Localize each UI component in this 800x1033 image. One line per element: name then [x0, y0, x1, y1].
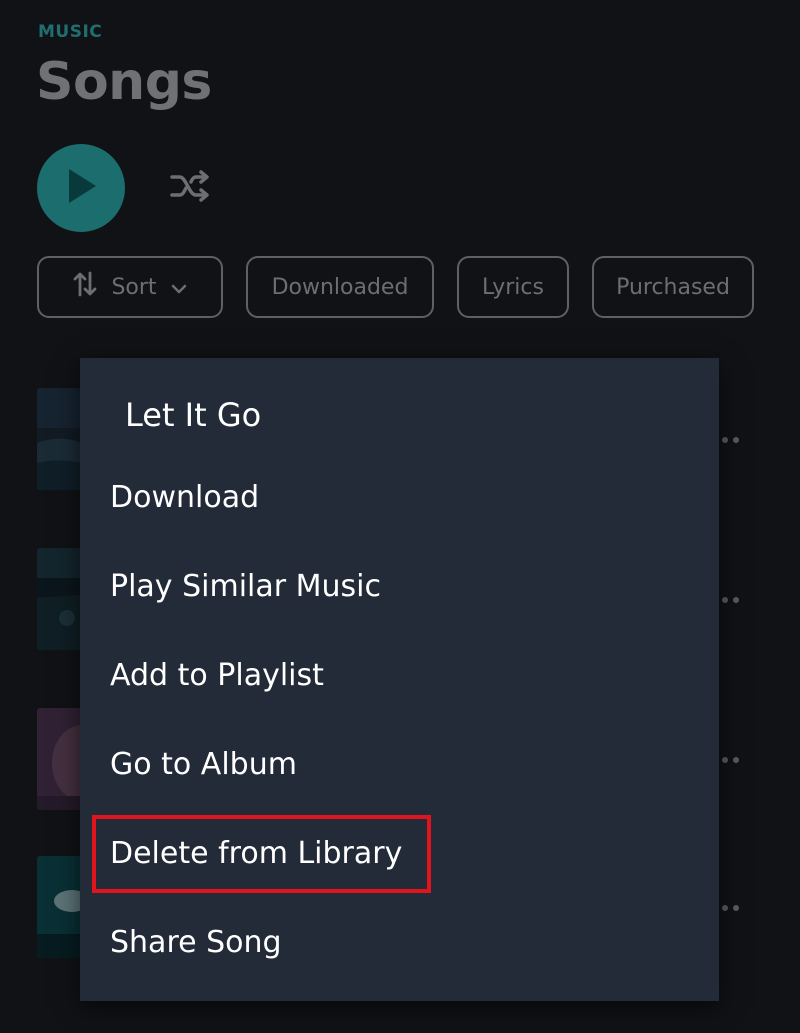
shuffle-icon	[169, 169, 213, 207]
shuffle-button[interactable]	[168, 168, 214, 208]
sort-button[interactable]: Sort	[37, 256, 223, 318]
chevron-down-icon	[171, 275, 187, 300]
play-button[interactable]	[37, 144, 125, 232]
filter-downloaded[interactable]: Downloaded	[246, 256, 434, 318]
menu-item-share-song[interactable]: Share Song	[110, 925, 282, 960]
menu-item-play-similar-music[interactable]: Play Similar Music	[110, 569, 381, 604]
menu-item-download[interactable]: Download	[110, 480, 259, 515]
sort-label: Sort	[111, 274, 157, 300]
filter-lyrics[interactable]: Lyrics	[457, 256, 569, 318]
menu-item-go-to-album[interactable]: Go to Album	[110, 747, 297, 782]
sort-icon	[73, 270, 97, 304]
menu-item-add-to-playlist[interactable]: Add to Playlist	[110, 658, 324, 693]
filter-purchased[interactable]: Purchased	[592, 256, 754, 318]
section-label: MUSIC	[38, 22, 103, 42]
page-title: Songs	[36, 52, 212, 112]
context-menu: Let It Go Download Play Similar Music Ad…	[80, 358, 719, 1001]
play-icon	[63, 166, 99, 210]
menu-item-delete-from-library[interactable]: Delete from Library	[110, 836, 402, 871]
menu-song-title: Let It Go	[125, 396, 262, 434]
songs-screen: MUSIC Songs Sort Downloaded Lyrics Purch…	[0, 0, 800, 1033]
